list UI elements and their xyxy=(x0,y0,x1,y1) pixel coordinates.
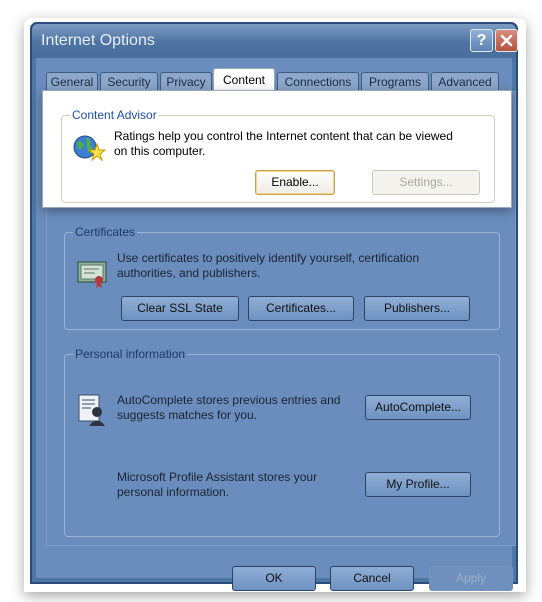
autocomplete-icon xyxy=(78,394,105,426)
cancel-button[interactable]: Cancel xyxy=(330,566,414,591)
autocomplete-button[interactable]: AutoComplete... xyxy=(365,395,471,420)
content-advisor-description: Ratings help you control the Internet co… xyxy=(114,129,453,158)
tab-connections[interactable]: Connections xyxy=(277,72,359,91)
personal-information-group-label: Personal information xyxy=(73,347,188,361)
certificates-group: Certificates Use certificates to positiv… xyxy=(64,225,500,330)
certificate-icon xyxy=(77,261,107,288)
content-advisor-highlight: Content Advisor Ratings help you control… xyxy=(42,90,512,208)
my-profile-button[interactable]: My Profile... xyxy=(365,472,471,497)
globe-star-icon xyxy=(73,135,106,162)
clear-ssl-state-button[interactable]: Clear SSL State xyxy=(121,296,239,321)
autocomplete-description: AutoComplete stores previous entries and… xyxy=(117,393,341,422)
tab-programs[interactable]: Programs xyxy=(361,72,429,91)
window-title: Internet Options xyxy=(41,32,155,49)
apply-button[interactable]: Apply xyxy=(429,566,513,591)
settings-button[interactable]: Settings... xyxy=(372,170,480,195)
content-advisor-group: Content Advisor Ratings help you control… xyxy=(61,108,495,203)
tab-strip: General Security Privacy Content Connect… xyxy=(46,68,516,92)
content-advisor-group-label: Content Advisor xyxy=(70,108,159,122)
close-icon xyxy=(500,34,513,47)
tab-privacy[interactable]: Privacy xyxy=(160,72,212,91)
close-button[interactable] xyxy=(495,29,518,52)
certificates-group-label: Certificates xyxy=(73,225,138,239)
tab-content[interactable]: Content xyxy=(213,68,275,92)
publishers-button[interactable]: Publishers... xyxy=(364,296,470,321)
profile-description: Microsoft Profile Assistant stores your … xyxy=(117,470,318,499)
ok-button[interactable]: OK xyxy=(232,566,316,591)
help-button[interactable]: ? xyxy=(470,29,493,52)
tab-general[interactable]: General xyxy=(46,72,98,91)
title-bar[interactable]: Internet Options ? xyxy=(32,24,518,58)
certificates-button[interactable]: Certificates... xyxy=(248,296,354,321)
tab-advanced[interactable]: Advanced xyxy=(431,72,499,91)
tab-security[interactable]: Security xyxy=(100,72,158,91)
enable-button[interactable]: Enable... xyxy=(255,170,335,195)
certificates-description: Use certificates to positively identify … xyxy=(117,251,420,280)
personal-information-group: Personal information AutoComplete stores… xyxy=(64,347,500,537)
